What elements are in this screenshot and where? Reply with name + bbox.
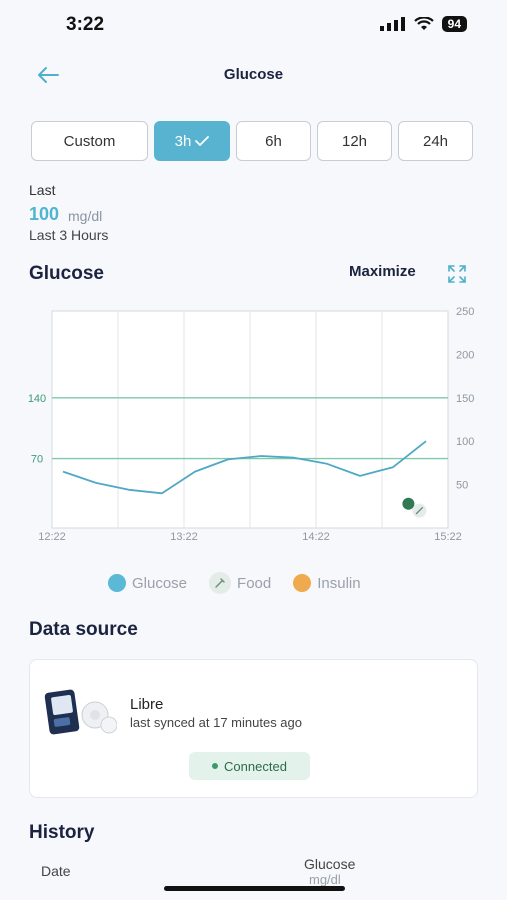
connection-status-label: Connected [224, 758, 287, 774]
checkmark-icon [195, 136, 210, 147]
legend-item-glucose: Glucose [108, 574, 187, 592]
tab-custom[interactable]: Custom [31, 121, 148, 161]
tab-6h[interactable]: 6h [236, 121, 311, 161]
status-time: 3:22 [66, 14, 105, 35]
legend-label: Insulin [317, 574, 361, 592]
last-reading-label: Last [29, 182, 56, 198]
battery-indicator: 94 [441, 16, 467, 32]
insulin-dot-icon [293, 574, 312, 592]
chart-legend: Glucose Food Insulin [108, 572, 361, 594]
last-reading-value: 100 [29, 204, 60, 224]
history-col-unit: mg/dl [309, 872, 341, 887]
reference-line-label: 70 [31, 454, 43, 466]
range-tabs: Custom 3h 6h 12h 24h [31, 121, 473, 161]
x-tick-label: 14:22 [302, 531, 330, 543]
tab-label: 12h [341, 132, 368, 150]
status-icons: 94 [379, 16, 467, 32]
page-title: Glucose [223, 66, 284, 83]
wifi-icon [413, 17, 434, 30]
tab-label: Custom [63, 132, 116, 150]
home-indicator[interactable] [164, 886, 345, 891]
y-tick-label: 150 [456, 393, 474, 405]
status-dot-icon [212, 763, 219, 769]
signal-icon [379, 17, 405, 31]
legend-label: Food [237, 574, 272, 592]
glucose-dot-icon [108, 574, 126, 592]
history-col-glucose: Glucose [304, 856, 356, 872]
last-reading-unit: mg/dl [68, 208, 103, 224]
glucose-reading-marker [402, 497, 415, 510]
history-col-date: Date [41, 863, 71, 879]
data-source-title: Data source [29, 619, 138, 640]
reference-line-label: 140 [28, 393, 46, 405]
legend-item-insulin: Insulin [293, 574, 361, 592]
maximize-button[interactable]: Maximize [349, 263, 416, 280]
y-tick-label: 250 [456, 306, 474, 318]
device-name: Libre [130, 696, 164, 713]
legend-item-food: Food [209, 572, 271, 594]
tab-3h[interactable]: 3h [154, 121, 230, 161]
libre-device-image [43, 685, 117, 745]
x-tick-label: 13:22 [170, 531, 198, 543]
history-title: History [29, 822, 95, 843]
x-tick-label: 15:22 [434, 531, 462, 543]
tab-12h[interactable]: 12h [317, 121, 392, 161]
last-reading-period: Last 3 Hours [29, 227, 109, 243]
tab-label: 24h [422, 132, 449, 150]
y-tick-label: 100 [456, 436, 474, 448]
legend-label: Glucose [132, 574, 188, 592]
fork-icon [209, 572, 232, 594]
x-tick-label: 12:22 [38, 531, 66, 543]
tab-24h[interactable]: 24h [398, 121, 473, 161]
sync-status-text: last synced at 17 minutes ago [130, 715, 302, 730]
tab-label: 3h [174, 132, 192, 150]
glucose-chart: 140 70 50 100 150 200 250 12:22 13:22 14:22 15:22 [28, 306, 475, 543]
connection-status-badge: Connected [189, 752, 310, 780]
expand-icon[interactable] [448, 265, 466, 283]
y-tick-label: 200 [456, 349, 474, 361]
chart-title: Glucose [29, 263, 104, 284]
y-tick-label: 50 [456, 480, 468, 492]
tab-label: 6h [265, 132, 282, 150]
